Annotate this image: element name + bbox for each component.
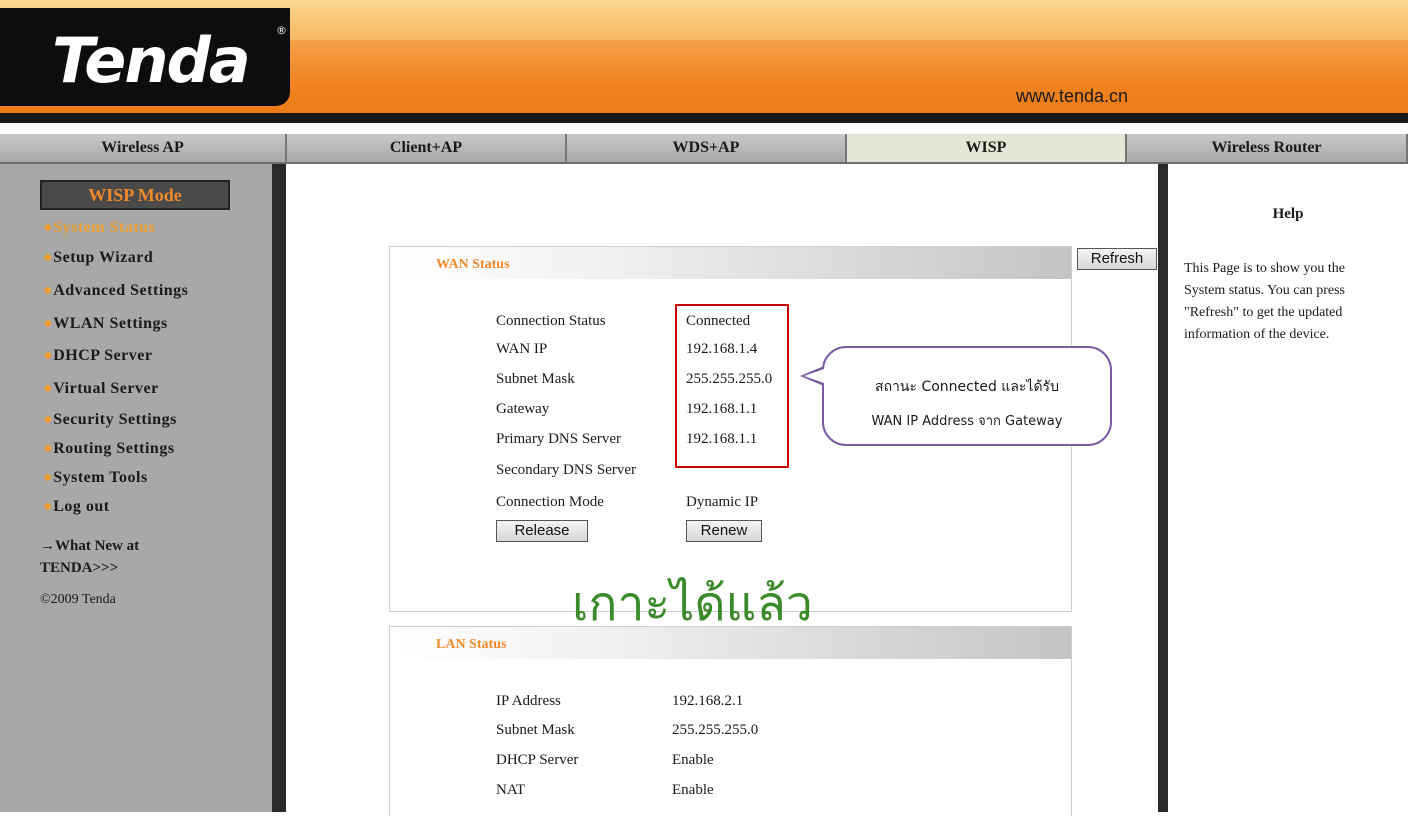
sidebar-item-label: Log out — [53, 498, 110, 515]
whats-new-line1: →What New at — [40, 538, 140, 554]
bullet-icon: ◆ — [44, 285, 53, 296]
wan-label-primary-dns: Primary DNS Server — [496, 431, 621, 447]
sidebar-item-advanced-settings[interactable]: ◆Advanced Settings — [44, 282, 188, 300]
lan-value-dhcp-server: Enable — [672, 752, 714, 768]
tab-wds-ap[interactable]: WDS+AP — [567, 134, 847, 162]
mode-title: WISP Mode — [40, 180, 230, 210]
sidebar-item-wlan-settings[interactable]: ◆WLAN Settings — [44, 315, 168, 333]
sidebar-item-label: Virtual Server — [53, 380, 159, 397]
sidebar-item-label: Setup Wizard — [53, 249, 154, 266]
callout-bubble: สถานะ Connected และได้รับ WAN IP Address… — [822, 346, 1112, 446]
lan-label-nat: NAT — [496, 782, 526, 798]
bullet-icon: ◆ — [44, 414, 53, 425]
bullet-icon: ◆ — [44, 383, 53, 394]
lan-label-subnet-mask: Subnet Mask — [496, 722, 575, 738]
tenda-logo[interactable]: Tenda ® — [0, 8, 290, 106]
wan-label-wan-ip: WAN IP — [496, 341, 548, 357]
whats-new-link[interactable]: →What New at TENDA>>> — [40, 535, 139, 579]
wan-label-connection-status: Connection Status — [496, 313, 606, 329]
bullet-icon: ◆ — [44, 318, 53, 329]
wan-value-connection-mode: Dynamic IP — [686, 494, 759, 510]
bullet-icon: ◆ — [44, 501, 53, 512]
tab-wireless-ap[interactable]: Wireless AP — [0, 134, 287, 162]
callout-tail-inner — [804, 369, 824, 383]
renew-button[interactable]: Renew — [686, 520, 762, 542]
sidebar-item-dhcp-server[interactable]: ◆DHCP Server — [44, 347, 152, 365]
registered-mark: ® — [276, 24, 287, 37]
highlight-box — [675, 304, 789, 468]
sidebar-item-log-out[interactable]: ◆Log out — [44, 498, 110, 516]
tab-client-ap[interactable]: Client+AP — [287, 134, 567, 162]
whats-new-line2: TENDA>>> — [40, 560, 119, 576]
release-button[interactable]: Release — [496, 520, 588, 542]
bullet-icon: ◆ — [44, 350, 53, 361]
sidebar-item-setup-wizard[interactable]: ◆Setup Wizard — [44, 249, 153, 267]
tab-wireless-router[interactable]: Wireless Router — [1127, 134, 1408, 162]
help-title: Help — [1272, 206, 1304, 222]
lan-value-subnet-mask: 255.255.255.0 — [672, 722, 759, 738]
lan-label-dhcp-server: DHCP Server — [496, 752, 579, 768]
bullet-icon: ◆ — [44, 252, 53, 263]
lan-label-ip-address: IP Address — [496, 693, 561, 709]
sidebar-item-security-settings[interactable]: ◆Security Settings — [44, 411, 177, 429]
bullet-icon: ◆ — [44, 443, 53, 454]
bullet-icon: ◆ — [44, 222, 53, 233]
callout-line2: WAN IP Address จาก Gateway — [871, 414, 1063, 429]
tab-wisp[interactable]: WISP — [847, 134, 1127, 162]
sidebar-item-label: Advanced Settings — [53, 282, 189, 299]
sidebar-item-virtual-server[interactable]: ◆Virtual Server — [44, 380, 159, 398]
callout-line1: สถานะ Connected และได้รับ — [875, 379, 1059, 395]
wan-label-connection-mode: Connection Mode — [496, 494, 604, 510]
copyright: ©2009 Tenda — [40, 592, 116, 607]
sidebar-edge — [272, 164, 286, 812]
wan-status-title: WAN Status — [436, 257, 510, 272]
lan-status-panel: LAN Status — [389, 626, 1072, 816]
sidebar-item-label: System Status — [53, 219, 156, 236]
lan-value-nat: Enable — [672, 782, 714, 798]
header-dark-bar — [0, 113, 1408, 123]
wan-label-gateway: Gateway — [496, 401, 550, 417]
sidebar-item-routing-settings[interactable]: ◆Routing Settings — [44, 440, 175, 458]
header-banner: Tenda ® www.tenda.cn — [0, 0, 1408, 123]
lan-value-ip-address: 192.168.2.1 — [672, 693, 744, 709]
lan-status-header: LAN Status — [390, 627, 1071, 659]
lan-status-title: LAN Status — [436, 637, 507, 652]
wan-label-subnet-mask: Subnet Mask — [496, 371, 575, 387]
sidebar-item-label: Routing Settings — [53, 440, 175, 457]
wan-status-header: WAN Status — [390, 247, 1071, 279]
mode-tabs: Wireless AP Client+AP WDS+AP WISP Wirele… — [0, 134, 1408, 164]
sidebar-item-label: WLAN Settings — [53, 315, 168, 332]
wan-label-secondary-dns: Secondary DNS Server — [496, 462, 636, 478]
logo-text: Tenda — [52, 24, 251, 97]
sidebar-item-label: System Tools — [53, 469, 148, 486]
sidebar-item-label: DHCP Server — [53, 347, 153, 364]
content-divider — [1158, 164, 1168, 812]
site-url: www.tenda.cn — [1016, 86, 1129, 106]
sidebar-item-system-tools[interactable]: ◆System Tools — [44, 469, 148, 487]
refresh-button[interactable]: Refresh — [1077, 248, 1157, 270]
help-panel: Help This Page is to show you the System… — [1168, 164, 1408, 812]
bullet-icon: ◆ — [44, 472, 53, 483]
help-text: This Page is to show you the System stat… — [1184, 261, 1346, 342]
sidebar-item-label: Security Settings — [53, 411, 177, 428]
sidebar-item-system-status[interactable]: ◆System Status — [44, 219, 155, 237]
